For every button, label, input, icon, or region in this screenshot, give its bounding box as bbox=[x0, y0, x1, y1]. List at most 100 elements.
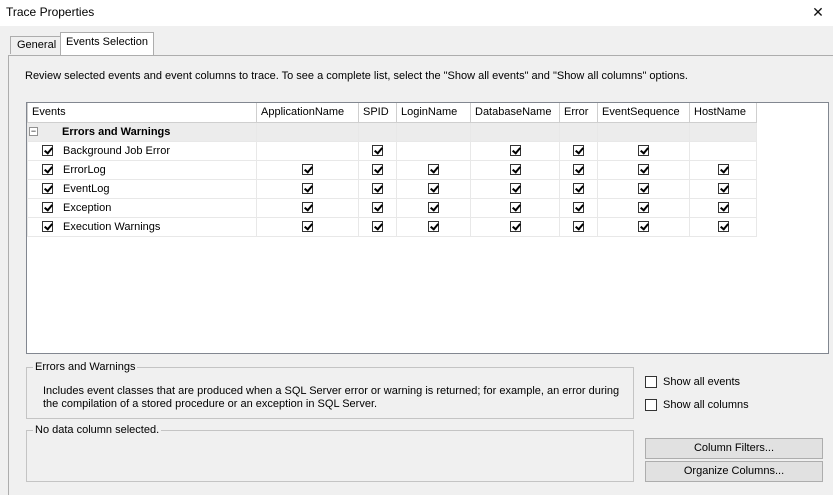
column-checkbox[interactable] bbox=[638, 183, 649, 195]
column-cell-error[interactable] bbox=[559, 216, 598, 237]
column-checkbox[interactable] bbox=[428, 221, 439, 233]
event-checkbox[interactable] bbox=[42, 164, 53, 176]
close-icon[interactable]: ✕ bbox=[809, 3, 827, 21]
column-cell-hostname[interactable] bbox=[689, 216, 757, 237]
col-header-eventsequence[interactable]: EventSequence bbox=[597, 103, 690, 123]
column-cell-loginname[interactable] bbox=[396, 197, 471, 218]
show-all-events-box[interactable] bbox=[645, 376, 657, 388]
column-cell-spid[interactable] bbox=[358, 159, 397, 180]
column-checkbox[interactable] bbox=[509, 183, 521, 195]
column-cell-spid[interactable] bbox=[358, 140, 397, 161]
column-checkbox[interactable] bbox=[717, 202, 729, 214]
column-cell-databasename[interactable] bbox=[470, 140, 560, 161]
event-name-cell: Execution Warnings bbox=[27, 216, 257, 237]
column-checkbox[interactable] bbox=[509, 145, 521, 157]
column-checkbox[interactable] bbox=[372, 164, 383, 176]
column-cell-loginname[interactable] bbox=[396, 140, 471, 161]
collapse-icon[interactable]: − bbox=[29, 127, 38, 137]
col-header-applicationname[interactable]: ApplicationName bbox=[256, 103, 359, 123]
column-cell-spid[interactable] bbox=[358, 216, 397, 237]
show-all-columns-box[interactable] bbox=[645, 399, 657, 411]
column-cell-error[interactable] bbox=[559, 140, 598, 161]
column-cell-eventsequence[interactable] bbox=[597, 197, 690, 218]
event-checkbox[interactable] bbox=[42, 183, 53, 195]
column-checkbox[interactable] bbox=[372, 221, 383, 233]
event-row[interactable]: EventLog bbox=[27, 178, 757, 199]
col-header-events[interactable]: Events bbox=[27, 103, 257, 123]
column-cell-error[interactable] bbox=[559, 178, 598, 199]
column-filters-button[interactable]: Column Filters... bbox=[645, 438, 823, 459]
column-cell-error[interactable] bbox=[559, 159, 598, 180]
column-cell-hostname[interactable] bbox=[689, 140, 757, 161]
col-header-error[interactable]: Error bbox=[559, 103, 598, 123]
column-cell-error[interactable] bbox=[559, 197, 598, 218]
column-cell-spid[interactable] bbox=[358, 197, 397, 218]
column-checkbox[interactable] bbox=[638, 202, 649, 214]
organize-columns-button[interactable]: Organize Columns... bbox=[645, 461, 823, 482]
column-checkbox[interactable] bbox=[573, 202, 584, 214]
tab-general[interactable]: General bbox=[10, 36, 64, 54]
column-checkbox[interactable] bbox=[573, 221, 584, 233]
column-checkbox[interactable] bbox=[573, 164, 584, 176]
column-checkbox[interactable] bbox=[428, 164, 439, 176]
column-cell-loginname[interactable] bbox=[396, 178, 471, 199]
column-checkbox[interactable] bbox=[717, 183, 729, 195]
event-row[interactable]: Background Job Error bbox=[27, 140, 757, 161]
column-cell-applicationname[interactable] bbox=[256, 197, 359, 218]
column-checkbox[interactable] bbox=[638, 221, 649, 233]
column-cell-eventsequence[interactable] bbox=[597, 140, 690, 161]
column-checkbox[interactable] bbox=[509, 164, 521, 176]
column-cell-eventsequence[interactable] bbox=[597, 178, 690, 199]
column-checkbox[interactable] bbox=[509, 202, 521, 214]
column-checkbox[interactable] bbox=[372, 183, 383, 195]
event-row[interactable]: Exception bbox=[27, 197, 757, 218]
column-cell-databasename[interactable] bbox=[470, 216, 560, 237]
column-cell-hostname[interactable] bbox=[689, 197, 757, 218]
show-all-columns-checkbox[interactable]: Show all columns bbox=[645, 399, 749, 411]
column-checkbox[interactable] bbox=[717, 221, 729, 233]
column-checkbox[interactable] bbox=[638, 164, 649, 176]
column-cell-eventsequence[interactable] bbox=[597, 159, 690, 180]
event-checkbox[interactable] bbox=[42, 145, 53, 157]
column-checkbox[interactable] bbox=[372, 145, 383, 157]
column-cell-applicationname[interactable] bbox=[256, 216, 359, 237]
col-header-loginname[interactable]: LoginName bbox=[396, 103, 471, 123]
column-checkbox[interactable] bbox=[302, 202, 313, 214]
column-cell-applicationname[interactable] bbox=[256, 159, 359, 180]
column-cell-applicationname[interactable] bbox=[256, 140, 359, 161]
column-checkbox[interactable] bbox=[638, 145, 649, 157]
column-cell-loginname[interactable] bbox=[396, 216, 471, 237]
column-cell-databasename[interactable] bbox=[470, 159, 560, 180]
column-checkbox[interactable] bbox=[302, 221, 313, 233]
show-all-events-checkbox[interactable]: Show all events bbox=[645, 376, 740, 388]
column-cell-databasename[interactable] bbox=[470, 178, 560, 199]
column-cell-spid[interactable] bbox=[358, 178, 397, 199]
column-cell-loginname[interactable] bbox=[396, 159, 471, 180]
col-header-databasename[interactable]: DatabaseName bbox=[470, 103, 560, 123]
column-cell-hostname[interactable] bbox=[689, 178, 757, 199]
category-row[interactable]: − Errors and Warnings bbox=[27, 121, 757, 142]
column-checkbox[interactable] bbox=[509, 221, 521, 233]
event-row[interactable]: Execution Warnings bbox=[27, 216, 757, 237]
column-checkbox[interactable] bbox=[372, 202, 383, 214]
col-header-hostname[interactable]: HostName bbox=[689, 103, 757, 123]
column-checkbox[interactable] bbox=[573, 145, 584, 157]
column-checkbox[interactable] bbox=[573, 183, 584, 195]
event-checkbox[interactable] bbox=[42, 202, 53, 214]
column-cell-applicationname[interactable] bbox=[256, 178, 359, 199]
events-grid[interactable]: Events ApplicationName SPID LoginName Da… bbox=[26, 102, 829, 354]
category-cell: − Errors and Warnings bbox=[27, 121, 257, 142]
column-checkbox[interactable] bbox=[428, 183, 439, 195]
event-row[interactable]: ErrorLog bbox=[27, 159, 757, 180]
col-header-spid[interactable]: SPID bbox=[358, 103, 397, 123]
event-checkbox[interactable] bbox=[42, 221, 53, 233]
column-checkbox[interactable] bbox=[428, 202, 439, 214]
column-checkbox[interactable] bbox=[717, 164, 729, 176]
tab-events-selection[interactable]: Events Selection bbox=[60, 32, 154, 55]
column-checkbox[interactable] bbox=[302, 164, 313, 176]
column-checkbox[interactable] bbox=[302, 183, 313, 195]
column-cell-eventsequence[interactable] bbox=[597, 216, 690, 237]
column-cell-hostname[interactable] bbox=[689, 159, 757, 180]
column-cell-databasename[interactable] bbox=[470, 197, 560, 218]
column-description-group: No data column selected. bbox=[26, 424, 634, 482]
